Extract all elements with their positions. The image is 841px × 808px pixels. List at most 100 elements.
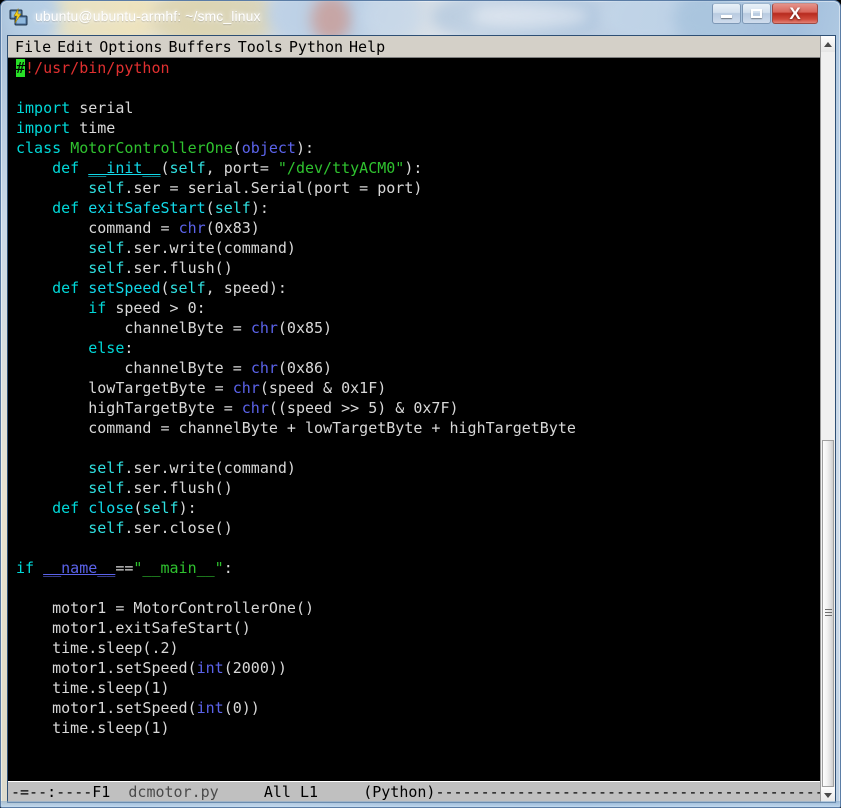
code-token: int [196, 699, 224, 717]
code-token: self [88, 459, 125, 477]
code-line: import serial [16, 98, 576, 118]
code-line: motor1 = MotorControllerOne() [16, 598, 576, 618]
code-token: (0x85) [277, 319, 333, 337]
code-token: __name__ [43, 559, 116, 577]
code-line: lowTargetByte = chr(speed & 0x1F) [16, 378, 576, 398]
code-line: def exitSafeStart(self): [16, 198, 576, 218]
code-token: self [169, 159, 206, 177]
maximize-button[interactable] [742, 3, 771, 24]
code-line: if speed > 0: [16, 298, 576, 318]
menu-item-file[interactable]: File [12, 38, 54, 56]
maximize-icon [743, 4, 770, 23]
mode-line-major-mode: (Python) [363, 783, 436, 801]
code-token: self [88, 479, 125, 497]
code-token: self [88, 519, 125, 537]
emacs-menu-bar: File Edit Options Buffers Tools Python Help [8, 36, 835, 58]
code-token: motor1.setSpeed( [16, 699, 197, 717]
code-token: motor1.setSpeed( [16, 659, 197, 677]
emacs-client-area: File Edit Options Buffers Tools Python Help #!… [7, 35, 836, 803]
window-resize-edge[interactable] [1, 801, 840, 807]
code-token: chr [178, 219, 206, 237]
source-code: #!/usr/bin/python import serial import ti… [16, 58, 576, 738]
close-button[interactable]: X [772, 3, 818, 24]
code-token: motor1.exitSafeStart() [16, 619, 251, 637]
mode-line-space [219, 783, 264, 801]
code-line: def setSpeed(self, speed): [16, 278, 576, 298]
title-bar[interactable]: ubuntu@ubuntu-armhf: ~/smc_linux X [1, 1, 840, 35]
menu-item-buffers[interactable]: Buffers [165, 38, 234, 56]
code-token: (speed & 0x1F) [259, 379, 387, 397]
code-line: channelByte = chr(0x86) [16, 358, 576, 378]
code-token: ( [205, 199, 215, 217]
menu-item-help[interactable]: Help [346, 38, 388, 56]
code-token: setSpeed [88, 279, 161, 297]
code-line: self.ser.flush() [16, 478, 576, 498]
code-token: self [88, 239, 125, 257]
code-line: #!/usr/bin/python [16, 58, 576, 78]
code-line: time.sleep(1) [16, 718, 576, 738]
code-line: motor1.setSpeed(int(2000)) [16, 658, 576, 678]
window-title: ubuntu@ubuntu-armhf: ~/smc_linux [35, 8, 261, 24]
code-line: motor1.exitSafeStart() [16, 618, 576, 638]
code-token: channelByte = [16, 319, 251, 337]
code-token: chr [241, 399, 269, 417]
menu-item-tools[interactable]: Tools [235, 38, 286, 56]
code-token: chr [250, 319, 278, 337]
code-token: .ser.flush() [124, 479, 233, 497]
menu-item-options[interactable]: Options [96, 38, 165, 56]
code-token: self [214, 199, 251, 217]
code-line: import time [16, 118, 576, 138]
code-token: ( [160, 159, 170, 177]
scrollbar-grip-icon [825, 609, 832, 618]
code-token: self [88, 179, 125, 197]
code-token: .ser.flush() [124, 259, 233, 277]
code-token: __init__ [88, 159, 161, 177]
scroll-up-arrow-icon[interactable] [821, 36, 835, 52]
vertical-scrollbar[interactable] [820, 36, 835, 802]
code-token: : [223, 559, 233, 577]
code-line: channelByte = chr(0x85) [16, 318, 576, 338]
code-line: self.ser.flush() [16, 258, 576, 278]
code-token: serial [70, 99, 134, 117]
code-token: (0)) [223, 699, 260, 717]
emacs-buffer-text-area[interactable]: #!/usr/bin/python import serial import ti… [8, 58, 820, 781]
scrollbar-thumb[interactable] [822, 440, 834, 787]
mode-line-position: All L1 [263, 783, 319, 801]
code-token: def [52, 199, 80, 217]
mode-line-filler: ----------------------------------------… [435, 783, 820, 801]
code-token: .ser.close() [124, 519, 233, 537]
code-token: exitSafeStart [88, 199, 206, 217]
code-token: def [52, 279, 80, 297]
code-line: class MotorControllerOne(object): [16, 138, 576, 158]
code-token: (0x86) [277, 359, 333, 377]
menu-item-python[interactable]: Python [286, 38, 346, 56]
mode-line-space [110, 783, 128, 801]
code-token: command = [16, 219, 179, 237]
close-icon: X [789, 4, 801, 23]
minimize-button[interactable] [712, 3, 741, 24]
code-token: (0x83) [205, 219, 260, 237]
code-token: command = channelByte + lowTargetByte + … [16, 419, 576, 437]
menu-item-edit[interactable]: Edit [54, 38, 96, 56]
putty-terminal-icon [9, 7, 29, 27]
code-token: import [16, 119, 71, 137]
code-token: ( [232, 139, 242, 157]
code-token: chr [250, 359, 278, 377]
mode-line-buffer-name: dcmotor.py [128, 783, 219, 801]
application-window: ubuntu@ubuntu-armhf: ~/smc_linux X File E… [0, 0, 841, 808]
code-token: if [88, 299, 107, 317]
code-token: ): [295, 139, 315, 157]
code-token: MotorControllerOne [70, 139, 233, 157]
code-token: ): [178, 499, 197, 517]
